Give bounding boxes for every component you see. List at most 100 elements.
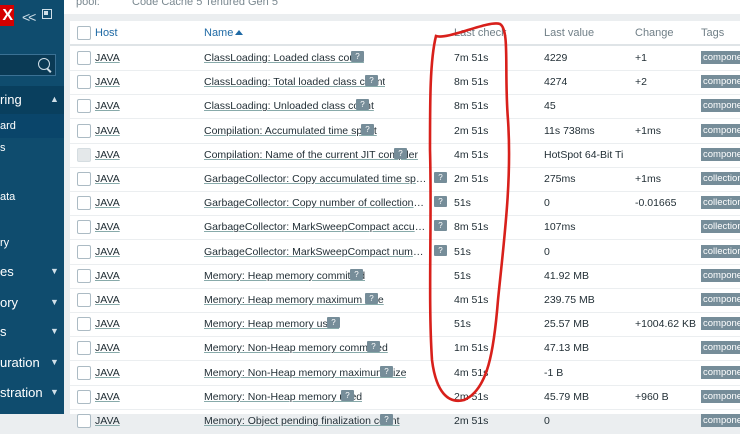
help-icon[interactable]: ? [350, 268, 363, 280]
select-all-checkbox[interactable] [77, 26, 91, 40]
row-checkbox[interactable] [77, 414, 91, 428]
help-icon[interactable]: ? [394, 147, 407, 159]
item-name-link[interactable]: GarbageCollector: MarkSweepCompact numbe… [204, 246, 428, 258]
help-icon[interactable]: ? [434, 244, 447, 256]
help-icon[interactable]: ? [341, 389, 354, 401]
tag-badge[interactable]: component [701, 341, 740, 355]
row-checkbox[interactable] [77, 75, 91, 90]
help-icon[interactable]: ? [380, 414, 393, 425]
nav-reports[interactable]: s [0, 324, 7, 339]
nav-configuration[interactable]: uration [0, 355, 40, 370]
item-name-link[interactable]: Memory: Non-Heap memory used [204, 391, 362, 403]
item-name-link[interactable]: ClassLoading: Unloaded class count [204, 100, 374, 112]
nav-discovery[interactable]: ry [0, 237, 9, 249]
item-name-link[interactable]: GarbageCollector: MarkSweepCompact accum… [204, 221, 428, 233]
chevron-down-icon[interactable]: ▼ [50, 266, 59, 276]
tag-badge[interactable]: component [701, 389, 740, 403]
row-checkbox[interactable] [77, 365, 91, 380]
help-icon[interactable]: ? [351, 51, 364, 62]
item-name-link[interactable]: Memory: Object pending finalization coun… [204, 415, 400, 427]
host-link[interactable]: JAVA [95, 246, 120, 258]
host-link[interactable]: JAVA [95, 100, 120, 112]
row-checkbox[interactable] [77, 147, 91, 162]
row-checkbox[interactable] [77, 51, 91, 65]
tag-badge[interactable]: component [701, 147, 740, 161]
row-checkbox[interactable] [77, 244, 91, 259]
host-link[interactable]: JAVA [95, 173, 120, 185]
help-icon[interactable]: ? [356, 99, 369, 111]
item-name-link[interactable]: Memory: Heap memory committed [204, 270, 365, 282]
host-link[interactable]: JAVA [95, 221, 120, 233]
host-link[interactable]: JAVA [95, 342, 120, 354]
help-icon[interactable]: ? [434, 172, 447, 183]
nav-services[interactable]: es [0, 264, 14, 279]
header-host[interactable]: Host [95, 27, 118, 39]
nav-monitoring[interactable]: ring [0, 92, 22, 107]
row-checkbox[interactable] [77, 268, 91, 283]
chevron-down-icon[interactable]: ▼ [50, 357, 59, 367]
zabbix-logo[interactable]: X [0, 5, 14, 26]
tag-badge[interactable]: component [701, 99, 740, 113]
tag-badge[interactable]: collection [701, 196, 740, 210]
nav-inventory[interactable]: ory [0, 295, 18, 310]
row-checkbox[interactable] [77, 196, 91, 211]
help-icon[interactable]: ? [365, 293, 378, 304]
item-name-link[interactable]: Compilation: Accumulated time spent [204, 125, 377, 137]
header-name[interactable]: Name [204, 27, 244, 39]
host-link[interactable]: JAVA [95, 415, 120, 427]
chevron-down-icon[interactable]: ▼ [50, 297, 59, 307]
tag-badge[interactable]: collection [701, 244, 740, 258]
nav-latest-data[interactable]: ata [0, 191, 15, 203]
item-name-link[interactable]: Compilation: Name of the current JIT com… [204, 149, 418, 161]
help-icon[interactable]: ? [434, 196, 447, 208]
host-link[interactable]: JAVA [95, 294, 120, 306]
tag-badge[interactable]: component [701, 293, 740, 306]
tag-badge[interactable]: component [701, 75, 740, 89]
host-link[interactable]: JAVA [95, 197, 120, 209]
item-name-link[interactable]: Memory: Non-Heap memory committed [204, 342, 388, 354]
tag-badge[interactable]: component [701, 414, 740, 427]
host-link[interactable]: JAVA [95, 270, 120, 282]
tag-badge[interactable]: component [701, 268, 740, 282]
chevron-up-icon[interactable]: ▲ [50, 94, 59, 104]
row-checkbox[interactable] [77, 220, 91, 235]
host-link[interactable]: JAVA [95, 125, 120, 137]
host-link[interactable]: JAVA [95, 149, 120, 161]
help-icon[interactable]: ? [380, 365, 393, 377]
row-checkbox[interactable] [77, 172, 91, 186]
nav-dashboard[interactable]: ard [0, 120, 16, 132]
help-icon[interactable]: ? [367, 341, 380, 353]
host-link[interactable]: JAVA [95, 318, 120, 330]
search-icon[interactable] [38, 58, 50, 70]
row-checkbox[interactable] [77, 389, 91, 404]
help-icon[interactable]: ? [327, 317, 340, 329]
kiosk-mode-icon[interactable] [42, 9, 52, 19]
host-link[interactable]: JAVA [95, 76, 120, 88]
host-link[interactable]: JAVA [95, 52, 120, 64]
tag-badge[interactable]: component [701, 51, 740, 64]
host-link[interactable]: JAVA [95, 391, 120, 403]
row-checkbox[interactable] [77, 317, 91, 332]
nav-problems[interactable]: s [0, 142, 6, 154]
row-checkbox[interactable] [77, 123, 91, 138]
tag-badge[interactable]: collection [701, 220, 740, 234]
row-checkbox[interactable] [77, 99, 91, 114]
item-name-link[interactable]: Memory: Heap memory maximum size [204, 294, 384, 306]
help-icon[interactable]: ? [361, 123, 374, 135]
nav-administration[interactable]: stration [0, 385, 43, 400]
help-icon[interactable]: ? [434, 220, 447, 232]
tag-badge[interactable]: component [701, 365, 740, 379]
item-name-link[interactable]: ClassLoading: Total loaded class count [204, 76, 385, 88]
chevron-down-icon[interactable]: ▼ [50, 387, 59, 397]
item-name-link[interactable]: Memory: Non-Heap memory maximum size [204, 367, 406, 379]
row-checkbox[interactable] [77, 341, 91, 356]
chevron-down-icon[interactable]: ▼ [50, 326, 59, 336]
row-checkbox[interactable] [77, 293, 91, 307]
tag-badge[interactable]: component [701, 123, 740, 137]
host-link[interactable]: JAVA [95, 367, 120, 379]
item-name-link[interactable]: GarbageCollector: Copy accumulated time … [204, 173, 428, 185]
sidebar-search-input[interactable] [0, 54, 56, 76]
item-name-link[interactable]: GarbageCollector: Copy number of collect… [204, 197, 428, 209]
collapse-sidebar-icon[interactable]: << [22, 9, 36, 25]
item-name-link[interactable]: ClassLoading: Loaded class count [204, 52, 364, 64]
